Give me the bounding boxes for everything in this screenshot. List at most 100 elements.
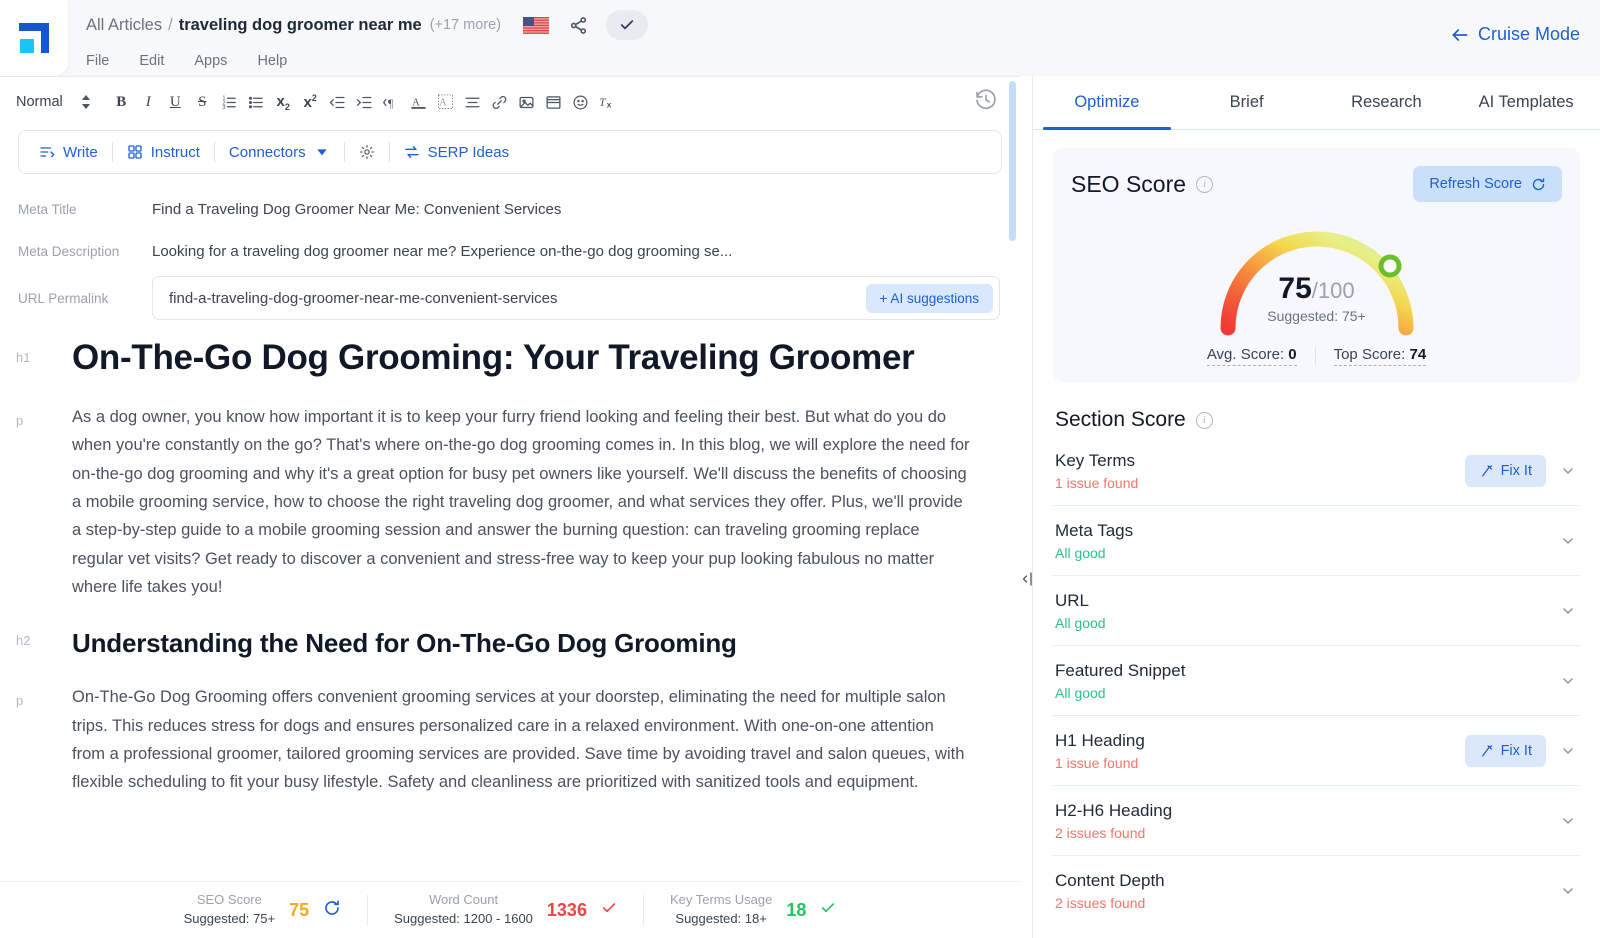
editor-scrollbar-track[interactable] bbox=[1011, 77, 1018, 847]
fix-it-button[interactable]: Fix It bbox=[1465, 735, 1546, 767]
paragraph-style-select[interactable]: Normal bbox=[16, 94, 63, 110]
ordered-list-button[interactable]: 123 bbox=[217, 89, 242, 115]
section-row-name: Meta Tags bbox=[1055, 521, 1133, 541]
menu-item-edit[interactable]: Edit bbox=[139, 53, 164, 69]
bold-button[interactable]: B bbox=[109, 89, 134, 115]
document-body[interactable]: h1 On-The-Go Dog Grooming: Your Travelin… bbox=[0, 320, 1020, 797]
link-button[interactable] bbox=[487, 89, 512, 115]
refresh-score-button[interactable]: Refresh Score bbox=[1413, 166, 1562, 202]
outdent-button[interactable] bbox=[325, 89, 350, 115]
ai-serp-ideas-button[interactable]: SERP Ideas bbox=[390, 144, 523, 161]
ai-connectors-dropdown[interactable]: Connectors bbox=[215, 144, 344, 161]
align-button[interactable] bbox=[460, 89, 485, 115]
stat-seo-refresh-icon[interactable] bbox=[323, 899, 341, 922]
font-color-button[interactable]: A bbox=[406, 89, 431, 115]
document-paragraph-2[interactable]: On-The-Go Dog Grooming offers convenient… bbox=[72, 683, 970, 797]
highlight-color-button[interactable]: A bbox=[433, 89, 458, 115]
ai-suggestions-button[interactable]: + AI suggestions bbox=[866, 284, 993, 313]
write-icon bbox=[39, 144, 55, 160]
subscript-button[interactable]: x2 bbox=[271, 89, 296, 115]
ai-write-button[interactable]: Write bbox=[35, 144, 112, 161]
breadcrumb: All Articles / traveling dog groomer nea… bbox=[86, 8, 1600, 42]
section-row-status: 1 issue found bbox=[1055, 475, 1138, 491]
chevron-down-icon[interactable] bbox=[1560, 883, 1576, 899]
section-row-featured-snippet[interactable]: Featured Snippet All good bbox=[1053, 646, 1580, 716]
unordered-list-button[interactable] bbox=[244, 89, 269, 115]
underline-button[interactable]: U bbox=[163, 89, 188, 115]
text-direction-button[interactable]: ¶ bbox=[379, 89, 404, 115]
breadcrumb-current[interactable]: traveling dog groomer near me bbox=[179, 16, 422, 35]
tab-research[interactable]: Research bbox=[1317, 76, 1457, 129]
section-row-key-terms[interactable]: Key Terms 1 issue found Fix It bbox=[1053, 436, 1580, 506]
url-permalink-input[interactable]: find-a-traveling-dog-groomer-near-me-con… bbox=[152, 276, 1000, 320]
menu-item-apps[interactable]: Apps bbox=[194, 53, 227, 69]
chevron-down-icon[interactable] bbox=[1560, 533, 1576, 549]
avg-score[interactable]: Avg. Score: 0 bbox=[1207, 346, 1297, 366]
image-button[interactable] bbox=[514, 89, 539, 115]
chevron-down-icon[interactable] bbox=[1560, 743, 1576, 759]
meta-title-value[interactable]: Find a Traveling Dog Groomer Near Me: Co… bbox=[152, 201, 561, 218]
gauge-score-max: /100 bbox=[1312, 278, 1355, 303]
chevron-down-icon[interactable] bbox=[1560, 603, 1576, 619]
chevron-down-icon[interactable] bbox=[1560, 463, 1576, 479]
tab-optimize[interactable]: Optimize bbox=[1037, 76, 1177, 129]
section-row-status: All good bbox=[1055, 685, 1185, 701]
block-content-h1[interactable]: On-The-Go Dog Grooming: Your Traveling G… bbox=[72, 336, 1000, 381]
stat-word-count: Word Count Suggested: 1200 - 1600 1336 bbox=[368, 891, 643, 929]
top-score[interactable]: Top Score: 74 bbox=[1334, 346, 1427, 366]
info-icon[interactable]: i bbox=[1196, 412, 1213, 429]
meta-description-row: Meta Description Looking for a traveling… bbox=[18, 230, 1000, 272]
app-logo-tile[interactable] bbox=[0, 0, 68, 76]
table-button[interactable] bbox=[541, 89, 566, 115]
block-content-p2[interactable]: On-The-Go Dog Grooming offers convenient… bbox=[72, 683, 1000, 797]
ai-settings-button[interactable] bbox=[345, 144, 389, 160]
breadcrumb-all-articles[interactable]: All Articles bbox=[86, 16, 162, 35]
superscript-button[interactable]: x2 bbox=[298, 89, 323, 115]
document-paragraph-1[interactable]: As a dog owner, you know how important i… bbox=[72, 403, 970, 602]
magic-wand-icon bbox=[1479, 744, 1494, 759]
share-icon[interactable] bbox=[569, 16, 588, 35]
section-row-content-depth[interactable]: Content Depth 2 issues found bbox=[1053, 856, 1580, 925]
stat-kt-value: 18 bbox=[786, 900, 806, 921]
history-icon[interactable] bbox=[974, 88, 998, 112]
section-row-name: URL bbox=[1055, 591, 1106, 611]
clear-format-button[interactable]: Tx bbox=[595, 89, 620, 115]
tab-ai-templates[interactable]: AI Templates bbox=[1456, 76, 1596, 129]
panel-scroll-area: SEO Score i Refresh Score bbox=[1033, 130, 1600, 938]
meta-description-value[interactable]: Looking for a traveling dog groomer near… bbox=[152, 243, 732, 260]
cruise-mode-button[interactable]: Cruise Mode bbox=[1450, 24, 1580, 45]
chevron-down-icon[interactable] bbox=[1560, 813, 1576, 829]
info-icon[interactable]: i bbox=[1196, 176, 1213, 193]
seo-score-card: SEO Score i Refresh Score bbox=[1053, 148, 1580, 382]
fix-it-button[interactable]: Fix It bbox=[1465, 455, 1546, 487]
emoji-button[interactable] bbox=[568, 89, 593, 115]
block-content-h2[interactable]: Understanding the Need for On-The-Go Dog… bbox=[72, 623, 1000, 661]
indent-button[interactable] bbox=[352, 89, 377, 115]
menu-item-help[interactable]: Help bbox=[257, 53, 287, 69]
us-flag-icon[interactable] bbox=[523, 17, 549, 34]
tab-brief[interactable]: Brief bbox=[1177, 76, 1317, 129]
chevron-down-icon[interactable] bbox=[1560, 673, 1576, 689]
refresh-score-label: Refresh Score bbox=[1429, 176, 1522, 192]
ai-instruct-button[interactable]: Instruct bbox=[113, 144, 214, 161]
strikethrough-button[interactable]: S bbox=[190, 89, 215, 115]
document-h1[interactable]: On-The-Go Dog Grooming: Your Traveling G… bbox=[72, 336, 970, 381]
section-row-text: H2-H6 Heading 2 issues found bbox=[1055, 801, 1172, 841]
section-row-h2-h6-heading[interactable]: H2-H6 Heading 2 issues found bbox=[1053, 786, 1580, 856]
breadcrumb-more[interactable]: (+17 more) bbox=[430, 17, 501, 33]
section-row-url[interactable]: URL All good bbox=[1053, 576, 1580, 646]
block-content-p1[interactable]: As a dog owner, you know how important i… bbox=[72, 403, 1000, 602]
section-row-meta-tags[interactable]: Meta Tags All good bbox=[1053, 506, 1580, 576]
updown-caret-icon[interactable] bbox=[74, 89, 99, 115]
italic-button[interactable]: I bbox=[136, 89, 161, 115]
seo-score-title-group: SEO Score i bbox=[1071, 171, 1213, 198]
svg-text:A: A bbox=[412, 98, 420, 109]
document-h2[interactable]: Understanding the Need for On-The-Go Dog… bbox=[72, 627, 970, 661]
section-row-h1-heading[interactable]: H1 Heading 1 issue found Fix It bbox=[1053, 716, 1580, 786]
editor-pane: Normal B I U S 123 x2 x2 ¶ A A bbox=[0, 76, 1020, 938]
document-block-p2: p On-The-Go Dog Grooming offers convenie… bbox=[0, 683, 1000, 797]
menu-item-file[interactable]: File bbox=[86, 53, 109, 69]
editor-scrollbar-thumb[interactable] bbox=[1009, 81, 1016, 241]
status-badge[interactable] bbox=[606, 10, 648, 40]
tab-brief-label: Brief bbox=[1230, 93, 1264, 112]
